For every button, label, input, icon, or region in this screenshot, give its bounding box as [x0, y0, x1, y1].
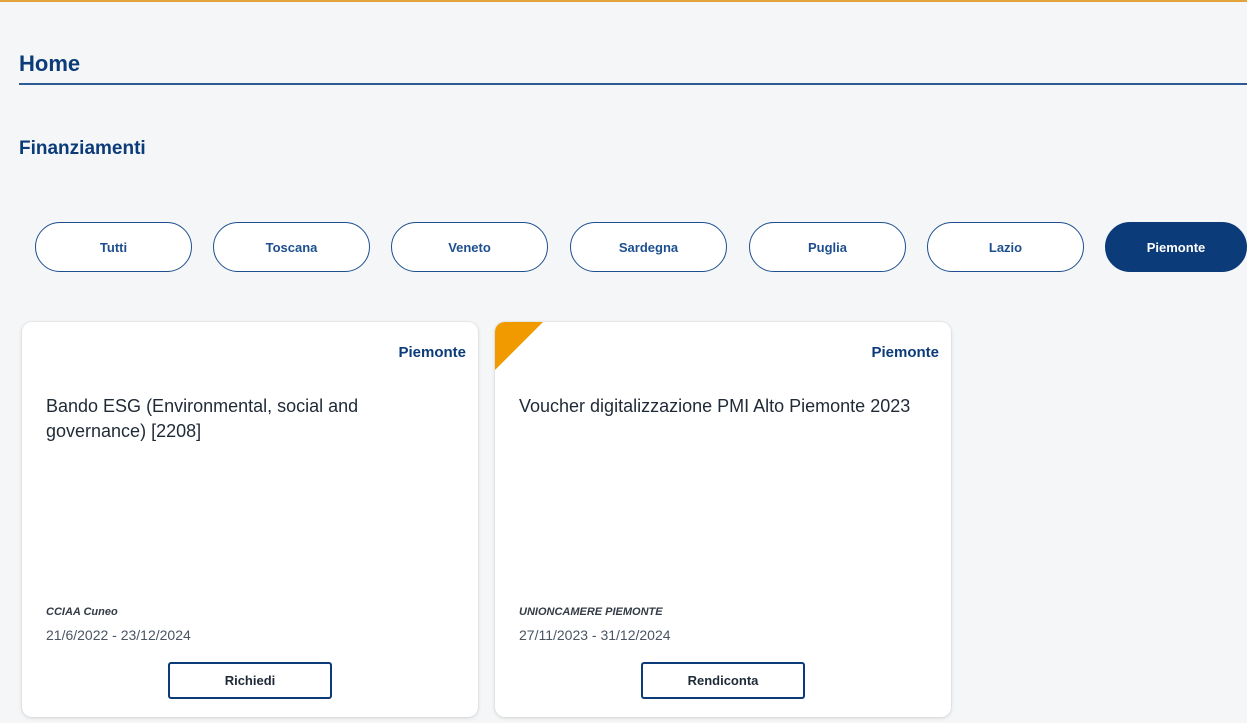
richiedi-button[interactable]: Richiedi — [168, 662, 332, 699]
card-issuer: CCIAA Cuneo — [46, 606, 118, 618]
page-title: Home — [19, 51, 81, 76]
flag-corner-icon — [495, 322, 543, 370]
card-dates: 21/6/2022 - 23/12/2024 — [46, 627, 191, 643]
funding-card: Piemonte Bando ESG (Environmental, socia… — [22, 322, 478, 717]
card-region: Piemonte — [398, 344, 466, 361]
filter-pill-puglia[interactable]: Puglia — [749, 222, 906, 272]
filter-pill-tutti[interactable]: Tutti — [35, 222, 192, 272]
card-dates: 27/11/2023 - 31/12/2024 — [519, 627, 671, 643]
filter-pill-lazio[interactable]: Lazio — [927, 222, 1084, 272]
rendiconta-button[interactable]: Rendiconta — [641, 662, 805, 699]
card-title: Voucher digitalizzazione PMI Alto Piemon… — [519, 396, 911, 416]
top-accent-rule — [0, 0, 1247, 2]
funding-card: Piemonte Voucher digitalizzazione PMI Al… — [495, 322, 951, 717]
card-region: Piemonte — [871, 344, 939, 361]
title-divider — [19, 83, 1247, 85]
filter-pill-toscana[interactable]: Toscana — [213, 222, 370, 272]
filter-pill-sardegna[interactable]: Sardegna — [570, 222, 727, 272]
filter-pill-veneto[interactable]: Veneto — [391, 222, 548, 272]
card-issuer: UNIONCAMERE PIEMONTE — [519, 606, 663, 618]
section-title: Finanziamenti — [19, 138, 146, 159]
card-title: Bando ESG (Environmental, social and gov… — [46, 396, 359, 441]
filter-pill-piemonte[interactable]: Piemonte — [1105, 222, 1247, 272]
